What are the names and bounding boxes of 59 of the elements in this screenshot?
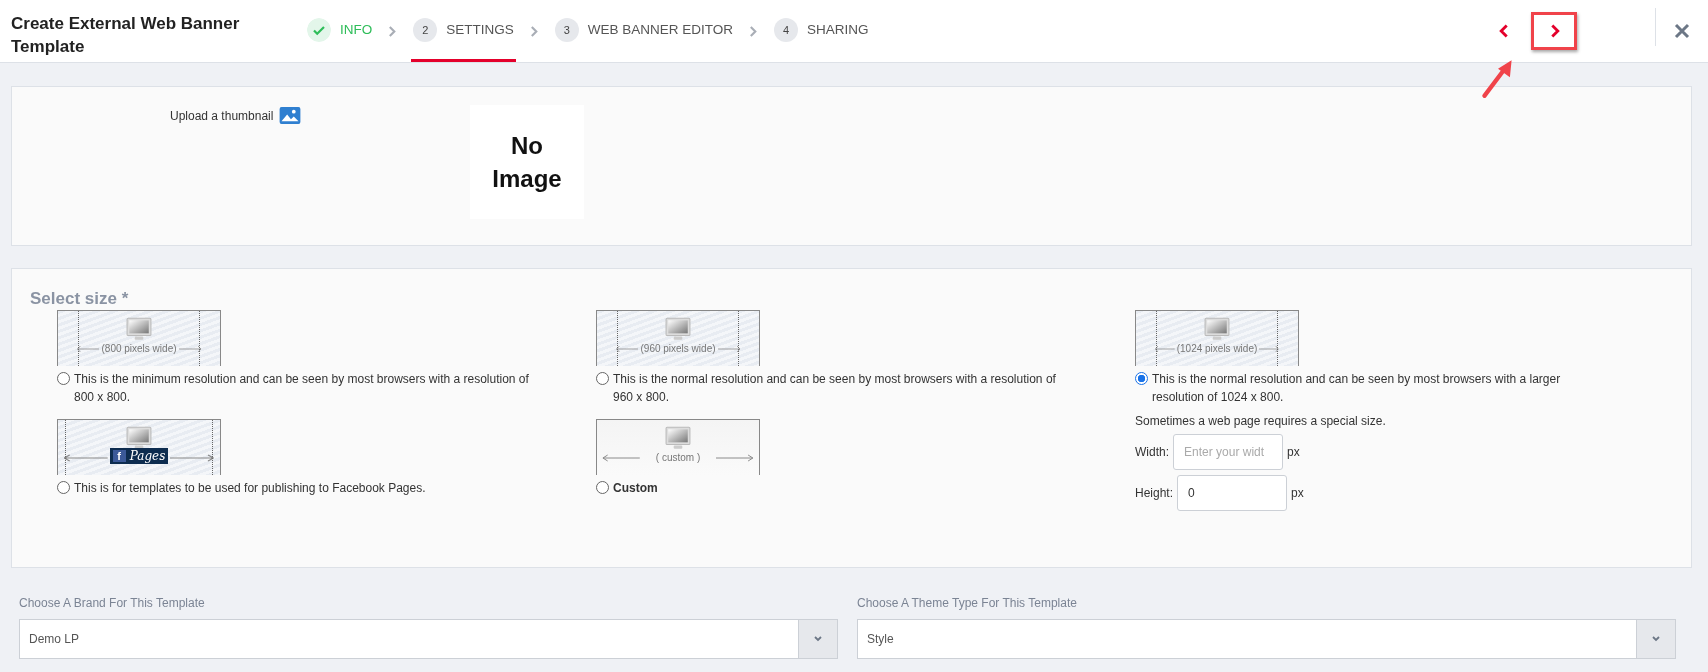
step-tab[interactable]: 2 SETTINGS — [411, 0, 516, 62]
pages-badge: f Pages — [109, 448, 169, 464]
monitor-icon — [665, 426, 691, 450]
arrow-icon — [170, 454, 215, 462]
special-size-note: Sometimes a web page requires a special size. — [1135, 414, 1387, 428]
monitor-icon — [665, 317, 691, 341]
page-title: Create External Web Banner Template — [10, 13, 241, 58]
option-label: This is the minimum resolution and can be seen by most browsers with a resolution of 800 x 800. — [74, 371, 530, 406]
radio-button[interactable] — [596, 372, 609, 385]
radio-button[interactable] — [57, 481, 70, 494]
upload-label: Upload a thumbnail — [170, 109, 274, 123]
unit-label: px — [1291, 486, 1304, 500]
monitor-icon — [126, 317, 152, 341]
width-caption: (1024 pixels wide) — [1176, 343, 1258, 354]
option-label: This is the normal resolution and can be seen by most browsers with a larger resolution of 1024 x 800. — [1152, 371, 1562, 406]
radio-button[interactable] — [57, 372, 70, 385]
unit-label: px — [1287, 445, 1300, 459]
arrow-icon — [717, 344, 740, 353]
dropdown[interactable]: Style — [857, 619, 1676, 659]
option-label: This is the normal resolution and can be seen by most browsers with a resolution of 960 x 800. — [613, 371, 1057, 406]
monitor-icon — [1204, 317, 1230, 341]
no-image-text: No Image — [491, 131, 563, 194]
image-icon[interactable] — [279, 107, 302, 124]
chevron-left-icon — [1498, 23, 1510, 39]
field-label: Choose A Brand For This Template — [19, 596, 206, 610]
width-caption: (800 pixels wide) — [101, 343, 177, 354]
chevron-icon — [749, 24, 759, 38]
arrow-icon — [616, 344, 639, 353]
arrow-icon — [1259, 344, 1279, 353]
option-label: Custom — [613, 480, 658, 497]
step-tab[interactable]: 3 WEB BANNER EDITOR — [552, 0, 736, 62]
arrow-icon — [178, 344, 201, 353]
radio-button[interactable] — [1135, 372, 1148, 385]
close-icon — [1674, 23, 1690, 39]
arrow-icon — [63, 454, 108, 462]
chevron-right-icon — [1548, 23, 1560, 39]
check-icon — [307, 17, 331, 42]
width-caption: ( custom ) — [654, 452, 702, 463]
next-button[interactable] — [1531, 12, 1577, 50]
caret-icon — [1651, 635, 1661, 643]
field-label: Height: — [1135, 486, 1174, 500]
arrow-icon — [77, 344, 100, 353]
option-label: This is for templates to be used for publishing to Facebook Pages. — [74, 480, 426, 497]
monitor-icon — [126, 426, 152, 450]
width-caption: (960 pixels wide) — [640, 343, 716, 354]
size-input[interactable]: 0 — [1177, 475, 1288, 511]
radio-button[interactable] — [596, 481, 609, 494]
arrow-icon — [1155, 344, 1175, 353]
size-input[interactable]: Enter your widt — [1173, 434, 1283, 470]
field-label: Width: — [1135, 445, 1169, 459]
arrow-icon — [716, 453, 754, 462]
field-label: Choose A Theme Type For This Template — [857, 596, 1078, 610]
dropdown[interactable]: Demo LP — [19, 619, 838, 659]
arrow-icon — [602, 453, 640, 462]
section-title: Select size * — [30, 289, 130, 309]
chevron-icon — [529, 24, 539, 38]
caret-icon — [813, 635, 823, 643]
step-tab[interactable]: 4 SHARING — [772, 0, 871, 62]
chevron-icon — [388, 24, 398, 38]
